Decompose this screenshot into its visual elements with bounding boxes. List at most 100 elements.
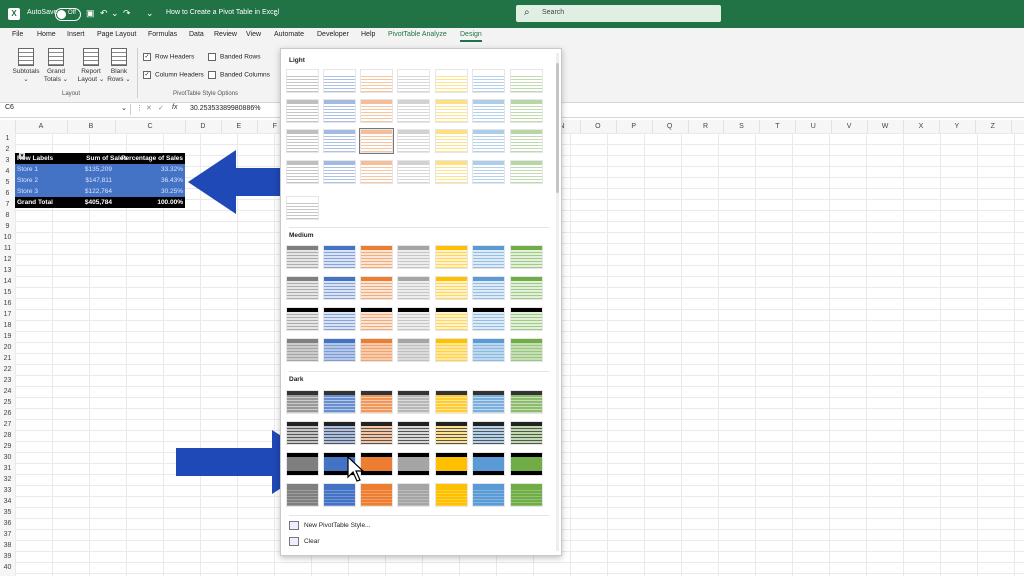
dark-style-swatch[interactable] xyxy=(360,390,393,414)
row-header-21[interactable]: 21 xyxy=(0,353,15,364)
light-style-swatch[interactable] xyxy=(359,128,394,154)
tab-automate[interactable]: Automate xyxy=(274,31,304,38)
light-style-swatch[interactable] xyxy=(360,160,393,184)
tab-help[interactable]: Help xyxy=(361,31,375,38)
medium-style-swatch[interactable] xyxy=(510,338,543,362)
dark-style-swatch[interactable] xyxy=(472,452,505,476)
row-header-17[interactable]: 17 xyxy=(0,309,15,320)
light-style-swatch[interactable] xyxy=(472,69,505,93)
light-style-swatch[interactable] xyxy=(397,160,430,184)
medium-style-swatch[interactable] xyxy=(286,338,319,362)
row-header-4[interactable]: 4 xyxy=(0,166,15,177)
row-header-1[interactable]: 1 xyxy=(0,133,15,144)
row-header-22[interactable]: 22 xyxy=(0,364,15,375)
row-header-18[interactable]: 18 xyxy=(0,320,15,331)
light-style-swatch[interactable] xyxy=(286,129,319,153)
dark-style-swatch[interactable] xyxy=(323,421,356,445)
tab-insert[interactable]: Insert xyxy=(67,31,85,38)
dark-style-swatch[interactable] xyxy=(510,421,543,445)
dark-style-swatch[interactable] xyxy=(435,421,468,445)
row-header-33[interactable]: 33 xyxy=(0,485,15,496)
tab-file[interactable]: File xyxy=(12,31,23,38)
light-style-swatch[interactable] xyxy=(472,99,505,123)
medium-style-swatch[interactable] xyxy=(360,276,393,300)
dark-style-swatch[interactable] xyxy=(397,483,430,507)
medium-style-swatch[interactable] xyxy=(435,338,468,362)
row-header-8[interactable]: 8 xyxy=(0,210,15,221)
light-style-swatch[interactable] xyxy=(435,129,468,153)
row-header-23[interactable]: 23 xyxy=(0,375,15,386)
pivot-row[interactable]: Store 3 $122,764 30.25% xyxy=(15,186,185,197)
dark-style-swatch[interactable] xyxy=(397,390,430,414)
tab-design[interactable]: Design xyxy=(460,31,482,42)
medium-style-swatch[interactable] xyxy=(397,245,430,269)
row-header-19[interactable]: 19 xyxy=(0,331,15,342)
column-header-o[interactable]: O xyxy=(580,120,617,133)
row-header-25[interactable]: 25 xyxy=(0,397,15,408)
tab-developer[interactable]: Developer xyxy=(317,31,349,38)
medium-style-swatch[interactable] xyxy=(435,276,468,300)
column-header-z[interactable]: Z xyxy=(975,120,1012,133)
row-header-39[interactable]: 39 xyxy=(0,551,15,562)
row-header-27[interactable]: 27 xyxy=(0,419,15,430)
light-style-swatch[interactable] xyxy=(360,99,393,123)
medium-style-swatch[interactable] xyxy=(286,307,319,331)
row-header-40[interactable]: 40 xyxy=(0,562,15,573)
row-header-3[interactable]: 3 xyxy=(0,155,15,166)
light-style-swatch[interactable] xyxy=(323,160,356,184)
light-style-swatch[interactable] xyxy=(397,69,430,93)
light-style-swatch[interactable] xyxy=(323,99,356,123)
dark-style-swatch[interactable] xyxy=(286,421,319,445)
medium-style-swatch[interactable] xyxy=(435,245,468,269)
dark-style-swatch[interactable] xyxy=(323,390,356,414)
row-header-16[interactable]: 16 xyxy=(0,298,15,309)
row-headers-checkbox[interactable]: ✓ Row Headers xyxy=(143,53,194,61)
dark-style-swatch[interactable] xyxy=(435,390,468,414)
enter-icon[interactable]: ✓ xyxy=(158,104,164,112)
column-header-a[interactable]: A xyxy=(15,120,68,133)
medium-style-swatch[interactable] xyxy=(323,276,356,300)
gallery-scrollbar[interactable] xyxy=(556,53,559,551)
dark-style-swatch[interactable] xyxy=(510,483,543,507)
dark-style-swatch[interactable] xyxy=(286,452,319,476)
row-header-13[interactable]: 13 xyxy=(0,265,15,276)
cancel-icon[interactable]: ✕ xyxy=(146,104,152,112)
row-header-36[interactable]: 36 xyxy=(0,518,15,529)
autosave-toggle[interactable]: Off xyxy=(55,8,81,21)
column-header-t[interactable]: T xyxy=(759,120,797,133)
column-header-e[interactable]: E xyxy=(221,120,258,133)
medium-style-swatch[interactable] xyxy=(472,245,505,269)
medium-style-swatch[interactable] xyxy=(286,276,319,300)
row-header-11[interactable]: 11 xyxy=(0,243,15,254)
row-header-14[interactable]: 14 xyxy=(0,276,15,287)
tab-home[interactable]: Home xyxy=(37,31,56,38)
undo-dropdown-icon[interactable]: ⌄ xyxy=(111,8,119,19)
dark-style-swatch[interactable] xyxy=(510,452,543,476)
light-style-swatch[interactable] xyxy=(286,196,319,220)
column-header-u[interactable]: U xyxy=(795,120,833,133)
light-style-swatch[interactable] xyxy=(510,129,543,153)
medium-style-swatch[interactable] xyxy=(472,276,505,300)
dark-style-swatch[interactable] xyxy=(472,421,505,445)
title-dropdown-icon[interactable]: ⌄ xyxy=(272,8,280,19)
light-style-swatch[interactable] xyxy=(323,69,356,93)
medium-style-swatch[interactable] xyxy=(360,307,393,331)
light-style-swatch[interactable] xyxy=(472,160,505,184)
column-header-d[interactable]: D xyxy=(185,120,222,133)
insert-function-icon[interactable]: fx xyxy=(172,104,177,111)
blank-rows-button[interactable]: Blank Rows ⌄ xyxy=(104,48,134,84)
light-style-swatch[interactable] xyxy=(472,129,505,153)
search-box[interactable]: ⌕ Search xyxy=(516,5,721,22)
column-header-w[interactable]: W xyxy=(867,120,904,133)
subtotals-button[interactable]: Subtotals ⌄ xyxy=(11,48,41,84)
row-header-34[interactable]: 34 xyxy=(0,496,15,507)
pivot-row[interactable]: Store 1 $135,209 33.32% xyxy=(15,164,185,175)
medium-style-swatch[interactable] xyxy=(286,245,319,269)
tab-data[interactable]: Data xyxy=(189,31,204,38)
formula-input[interactable]: 30.25353389980886% xyxy=(190,105,260,112)
redo-icon[interactable]: ↷ xyxy=(123,8,131,19)
filter-dropdown-icon[interactable]: ▾ xyxy=(19,153,25,159)
medium-style-swatch[interactable] xyxy=(397,307,430,331)
dark-style-swatch[interactable] xyxy=(360,483,393,507)
column-header-s[interactable]: S xyxy=(724,120,761,133)
